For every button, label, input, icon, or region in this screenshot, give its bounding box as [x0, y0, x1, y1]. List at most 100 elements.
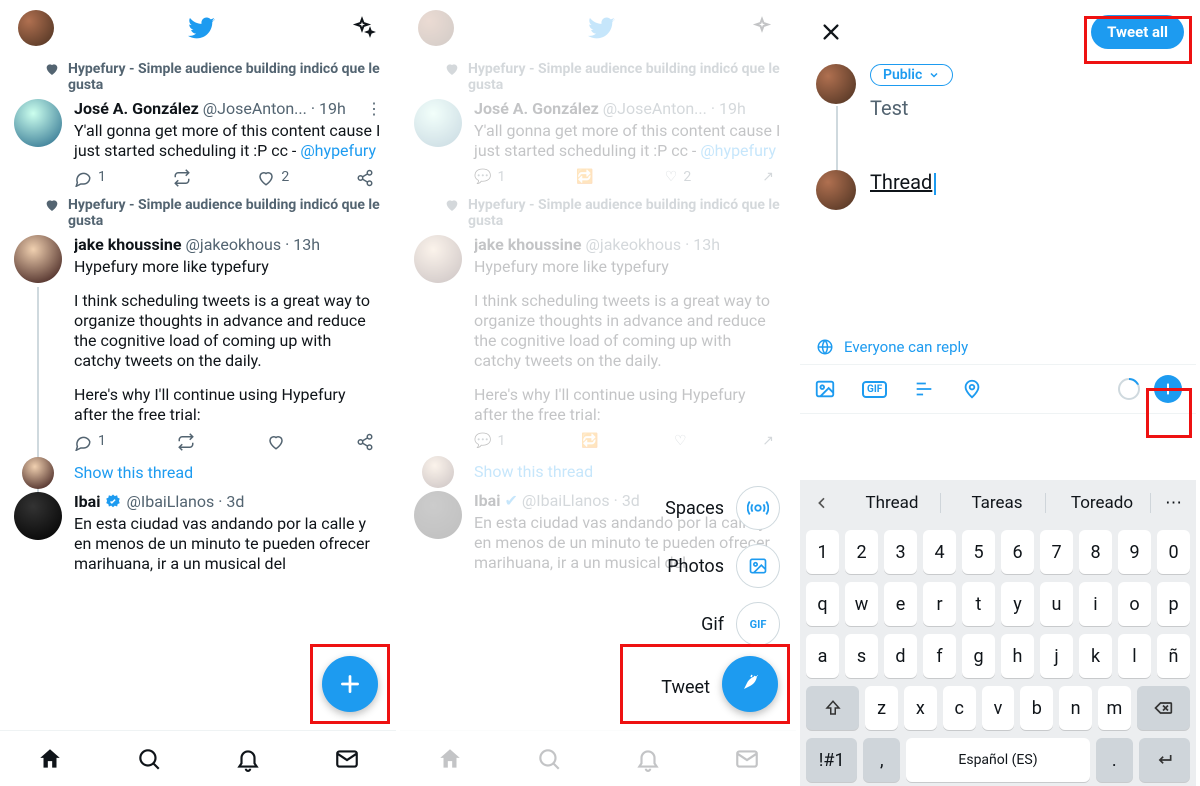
search-icon[interactable]	[135, 745, 163, 773]
key-9[interactable]: 9	[1118, 530, 1151, 574]
key-6[interactable]: 6	[1001, 530, 1034, 574]
key-3[interactable]: 3	[884, 530, 917, 574]
audience-selector[interactable]: Public	[870, 64, 953, 86]
chevron-left-icon[interactable]	[808, 495, 836, 511]
home-icon[interactable]	[36, 745, 64, 773]
tweet-author[interactable]: José A. González	[74, 99, 199, 119]
key-i[interactable]: i	[1079, 582, 1112, 626]
shift-key[interactable]	[806, 686, 859, 730]
key-0[interactable]: 0	[1157, 530, 1190, 574]
mention-link[interactable]: @hypefury	[300, 141, 376, 160]
symbols-key[interactable]: !#1	[806, 738, 857, 782]
sparkle-icon[interactable]	[350, 14, 378, 42]
key-v[interactable]: v	[982, 686, 1015, 730]
key-2[interactable]: 2	[845, 530, 878, 574]
key-s[interactable]: s	[845, 634, 878, 678]
avatar[interactable]	[14, 99, 62, 147]
key-a[interactable]: a	[806, 634, 839, 678]
highlight-box	[310, 644, 390, 724]
key-t[interactable]: t	[962, 582, 995, 626]
key-y[interactable]: y	[1001, 582, 1034, 626]
suggestion[interactable]: Thread	[844, 493, 941, 513]
like-context: Hypefury - Simple audience building indi…	[0, 191, 396, 231]
key-r[interactable]: r	[923, 582, 956, 626]
key-w[interactable]: w	[845, 582, 878, 626]
comma-key[interactable]: ,	[863, 738, 900, 782]
avatar[interactable]	[14, 492, 62, 540]
heart-icon	[44, 61, 60, 77]
share-button[interactable]	[356, 169, 374, 187]
key-j[interactable]: j	[1040, 634, 1073, 678]
key-p[interactable]: p	[1157, 582, 1190, 626]
key-u[interactable]: u	[1040, 582, 1073, 626]
key-o[interactable]: o	[1118, 582, 1151, 626]
reply-button[interactable]: 1	[74, 433, 106, 451]
tweet[interactable]: José A. González @JoseAnton... · 19h ⋮ Y…	[0, 95, 396, 191]
fab-spaces[interactable]: Spaces	[665, 486, 780, 530]
key-k[interactable]: k	[1079, 634, 1112, 678]
like-button[interactable]	[267, 433, 285, 451]
compose-tweet-1[interactable]: Public Test	[816, 64, 1180, 120]
poll-icon[interactable]	[913, 378, 935, 400]
period-key[interactable]: .	[1096, 738, 1133, 782]
tweet-time: 13h	[293, 235, 320, 255]
key-x[interactable]: x	[904, 686, 937, 730]
compose-input[interactable]: Thread	[870, 170, 936, 194]
image-icon[interactable]	[814, 378, 836, 400]
key-4[interactable]: 4	[923, 530, 956, 574]
more-icon[interactable]: ⋮	[366, 99, 382, 119]
key-b[interactable]: b	[1020, 686, 1053, 730]
tweet[interactable]: Ibai @IbaiLlanos · 3d En esta ciudad vas…	[0, 488, 396, 578]
key-d[interactable]: d	[884, 634, 917, 678]
key-f[interactable]: f	[923, 634, 956, 678]
like-button[interactable]: 2	[257, 169, 289, 187]
suggestion[interactable]: Toreado	[1054, 493, 1151, 513]
compose-input[interactable]: Test	[870, 96, 1180, 120]
tweet-text: Y'all gonna get more of this content cau…	[74, 121, 382, 161]
key-m[interactable]: m	[1098, 686, 1131, 730]
key-8[interactable]: 8	[1079, 530, 1112, 574]
tweet-actions: 1	[74, 433, 374, 451]
retweet-button[interactable]	[177, 433, 195, 451]
tweet-text: Hypefury more like typefury I think sche…	[74, 257, 382, 425]
fab-gif[interactable]: Gif GIF	[701, 602, 780, 646]
messages-icon[interactable]	[333, 745, 361, 773]
reply-button[interactable]: 1	[74, 169, 106, 187]
tweet[interactable]: jake khoussine @jakeokhous · 13h Hypefur…	[0, 231, 396, 455]
text-cursor	[934, 173, 936, 195]
key-h[interactable]: h	[1001, 634, 1034, 678]
key-z[interactable]: z	[865, 686, 898, 730]
show-thread-link[interactable]: Show this thread	[0, 455, 396, 488]
close-icon[interactable]	[812, 13, 850, 51]
retweet-button[interactable]	[173, 169, 191, 187]
key-g[interactable]: g	[962, 634, 995, 678]
key-ñ[interactable]: ñ	[1157, 634, 1190, 678]
backspace-key[interactable]	[1137, 686, 1190, 730]
tweet-handle: @jakeokhous	[186, 235, 282, 255]
suggestion[interactable]: Tareas	[949, 493, 1046, 513]
gif-icon[interactable]: GIF	[862, 381, 887, 398]
key-c[interactable]: c	[943, 686, 976, 730]
avatar[interactable]	[14, 235, 62, 283]
more-icon[interactable]: ⋯	[1159, 493, 1188, 513]
key-5[interactable]: 5	[962, 530, 995, 574]
tweet-author[interactable]: jake khoussine	[74, 235, 182, 255]
notifications-icon[interactable]	[234, 745, 262, 773]
key-n[interactable]: n	[1059, 686, 1092, 730]
spaces-icon	[736, 486, 780, 530]
key-7[interactable]: 7	[1040, 530, 1073, 574]
enter-key[interactable]	[1139, 738, 1190, 782]
share-button[interactable]	[356, 433, 374, 451]
account-avatar[interactable]	[18, 10, 54, 46]
key-l[interactable]: l	[1118, 634, 1151, 678]
fab-photos[interactable]: Photos	[667, 544, 780, 588]
tweet-author[interactable]: Ibai	[74, 492, 100, 512]
key-q[interactable]: q	[806, 582, 839, 626]
space-key[interactable]: Español (ES)	[906, 738, 1090, 782]
like-context-text: Hypefury - Simple audience building indi…	[68, 197, 382, 229]
location-icon[interactable]	[961, 378, 983, 400]
reply-scope[interactable]: Everyone can reply	[800, 330, 1196, 364]
compose-tweet-2[interactable]: Thread	[816, 170, 1180, 210]
key-1[interactable]: 1	[806, 530, 839, 574]
key-e[interactable]: e	[884, 582, 917, 626]
